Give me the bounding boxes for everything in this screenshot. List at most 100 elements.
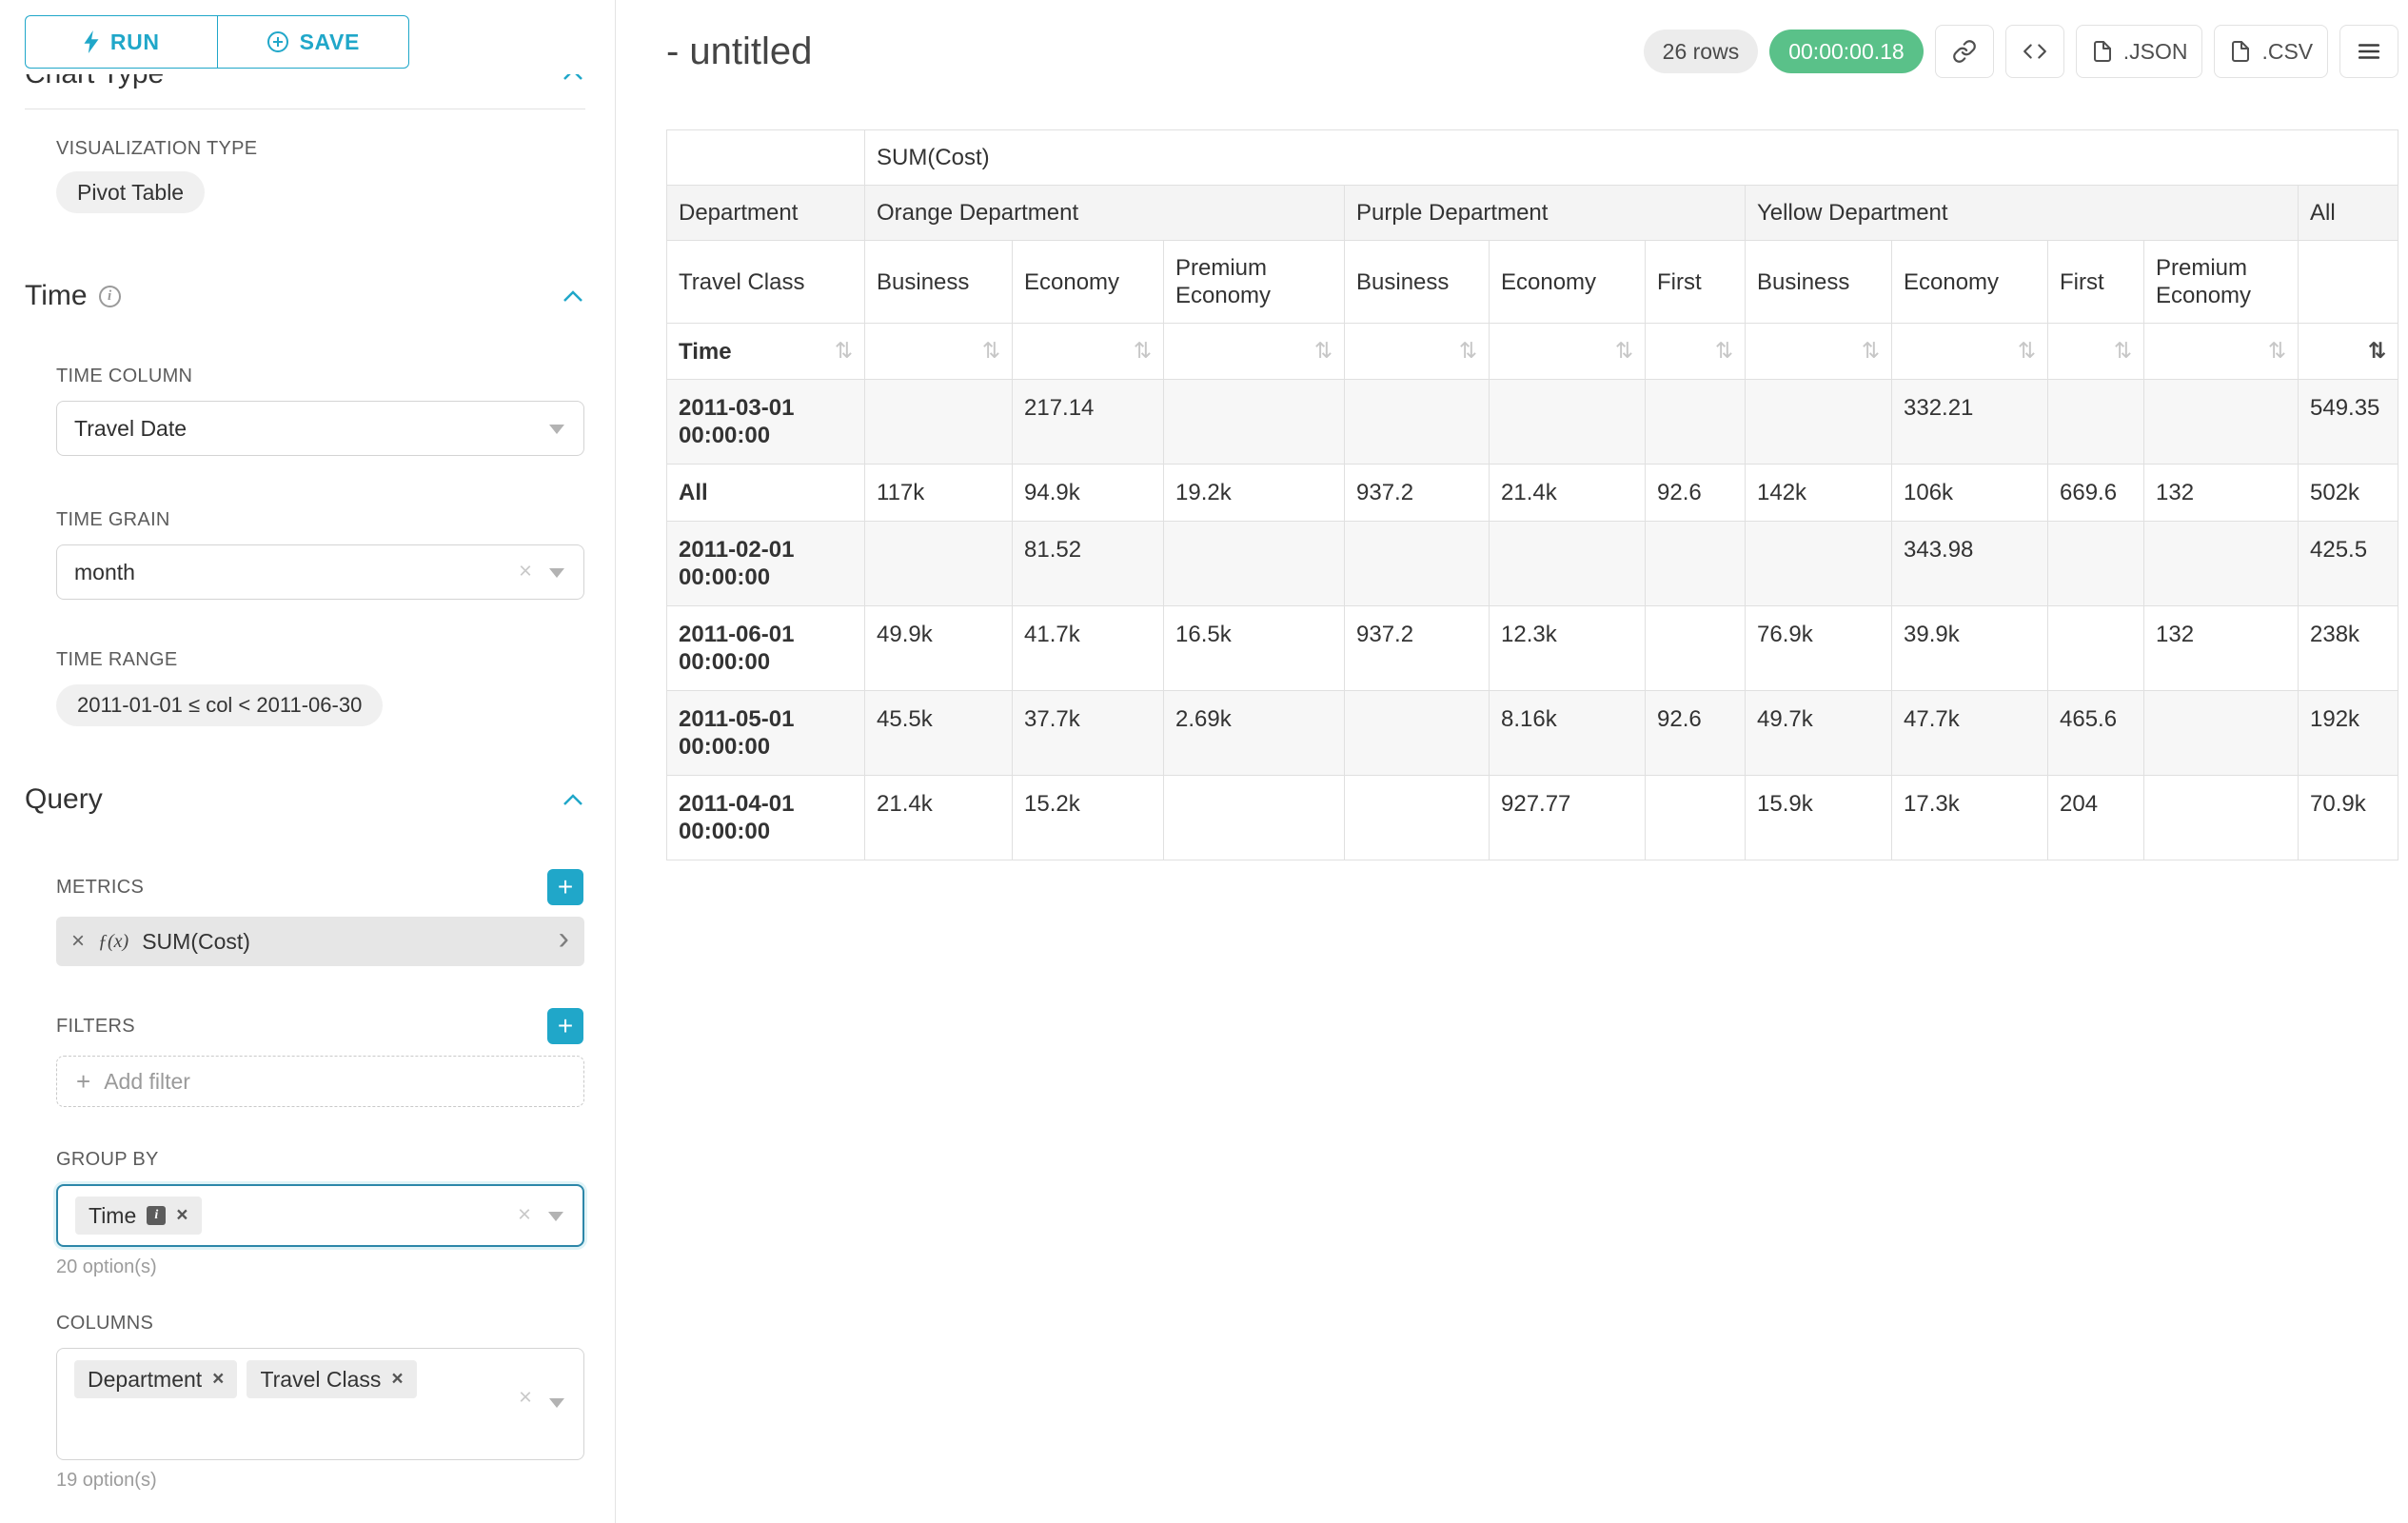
export-csv-label: .CSV [2261,39,2313,65]
travel-class-column-header: Business [1345,241,1490,324]
department-group-header: Purple Department [1345,186,1746,241]
time-section-header[interactable]: Time i [0,280,615,312]
export-json-button[interactable]: .JSON [2076,25,2203,78]
columns-select[interactable]: Department × Travel Class × × [56,1348,584,1460]
code-icon [2023,39,2047,64]
sort-icon[interactable]: ⇅ [2018,339,2036,364]
cell-value [2144,380,2299,465]
query-action-bar: RUN SAVE [0,0,615,69]
time-sort-row: Time⇅⇅⇅⇅⇅⇅⇅⇅⇅⇅⇅⇅ [667,324,2398,380]
cell-value: 81.52 [1013,522,1164,606]
cell-value [2144,776,2299,860]
group-by-select[interactable]: Timei× × [56,1184,584,1247]
run-button-label: RUN [110,30,160,55]
chevron-up-icon [563,74,583,81]
add-metric-button[interactable]: + [547,869,583,905]
clear-icon[interactable]: × [519,1384,532,1411]
remove-chip-icon[interactable]: × [391,1368,403,1391]
chevron-down-icon [549,568,564,578]
plus-icon: + [76,1067,90,1097]
clear-icon[interactable]: × [519,558,532,584]
cell-value: 47.7k [1892,691,2048,776]
chip-label: Time [89,1203,136,1229]
query-section-header[interactable]: Query [0,783,615,816]
time-column-value: Travel Date [74,416,187,442]
cell-value: 15.9k [1746,776,1892,860]
cell-value [1345,522,1490,606]
remove-metric-icon[interactable]: × [71,928,85,955]
explore-view: RUN SAVE Chart Type VISUALIZATION TYPE P… [0,0,2408,1523]
sort-header-cell: ⇅ [1013,324,1164,380]
cell-value: 465.6 [2048,691,2144,776]
time-range-label: TIME RANGE [56,649,583,671]
travel-class-dimension-header: Travel Class [667,241,865,324]
group-by-options-hint: 20 option(s) [56,1256,583,1278]
sort-icon[interactable]: ⇅ [2114,339,2132,364]
row-label: 2011-06-01 00:00:00 [667,606,865,691]
department-header-row: DepartmentOrange DepartmentPurple Depart… [667,186,2398,241]
time-range-value[interactable]: 2011-01-01 ≤ col < 2011-06-30 [56,684,383,726]
sort-icon[interactable]: ⇅ [1314,339,1332,364]
remove-chip-icon[interactable]: × [212,1368,224,1391]
time-column-select[interactable]: Travel Date [56,401,584,456]
chevron-right-icon: › [559,939,569,944]
export-csv-button[interactable]: .CSV [2214,25,2328,78]
travel-class-column-header: Premium Economy [2144,241,2299,324]
selected-option-chip[interactable]: Travel Class × [247,1360,416,1398]
row-label: All [667,465,865,522]
cell-value: 217.14 [1013,380,1164,465]
chevron-up-icon[interactable] [563,290,583,303]
chip-label: Travel Class [260,1367,381,1393]
chip-label: Department [88,1367,202,1393]
cell-value: 332.21 [1892,380,2048,465]
sort-icon[interactable]: ⇅ [1459,339,1477,364]
cell-value [1164,776,1345,860]
metric-item[interactable]: × ƒ(x) SUM(Cost) › [56,917,584,966]
sort-icon[interactable]: ⇅ [1615,339,1633,364]
cell-value: 117k [865,465,1013,522]
travel-class-column-header: Premium Economy [1164,241,1345,324]
cell-value [2144,691,2299,776]
row-label: 2011-03-01 00:00:00 [667,380,865,465]
cell-value: 192k [2299,691,2398,776]
sort-icon[interactable]: ⇅ [1862,339,1880,364]
travel-class-column-header: First [2048,241,2144,324]
pivot-body: 2011-03-01 00:00:00217.14332.21549.35All… [667,380,2398,860]
chevron-up-icon[interactable] [563,794,583,806]
travel-class-column-header: First [1646,241,1746,324]
cell-value: 41.7k [1013,606,1164,691]
sort-descending-active-icon[interactable]: ⇅ [2368,339,2386,364]
sort-icon[interactable]: ⇅ [835,338,853,366]
sort-icon[interactable]: ⇅ [1134,339,1152,364]
sort-header-cell: ⇅ [1164,324,1345,380]
time-grain-select[interactable]: month × [56,544,584,600]
save-button[interactable]: SAVE [217,15,410,69]
query-timer-badge: 00:00:00.18 [1769,30,1924,73]
sort-icon[interactable]: ⇅ [982,339,1000,364]
run-button[interactable]: RUN [25,15,217,69]
view-query-button[interactable] [2005,25,2064,78]
cell-value: 94.9k [1013,465,1164,522]
add-filter-field[interactable]: + Add filter [56,1056,584,1107]
visualization-type-value[interactable]: Pivot Table [56,171,205,213]
pivot-data-row: 2011-04-01 00:00:0021.4k15.2k927.7715.9k… [667,776,2398,860]
cell-value: 49.9k [865,606,1013,691]
travel-class-column-header: Economy [1013,241,1164,324]
time-section-title: Time [25,280,88,312]
sort-icon[interactable]: ⇅ [1715,339,1733,364]
pivot-table-container: SUM(Cost)DepartmentOrange DepartmentPurp… [666,129,2398,860]
cell-value [1490,522,1646,606]
selected-option-chip[interactable]: Timei× [75,1197,202,1235]
metrics-label: METRICS [56,877,144,899]
remove-chip-icon[interactable]: × [176,1204,188,1227]
file-icon [2091,40,2114,63]
cell-value: 49.7k [1746,691,1892,776]
sort-icon[interactable]: ⇅ [2268,339,2286,364]
chart-menu-button[interactable] [2339,25,2398,78]
clear-icon[interactable]: × [518,1201,531,1228]
bolt-icon [83,30,100,53]
chart-type-section-header[interactable]: Chart Type [25,74,583,95]
selected-option-chip[interactable]: Department × [74,1360,237,1398]
share-link-button[interactable] [1935,25,1994,78]
add-filter-button[interactable]: + [547,1008,583,1044]
